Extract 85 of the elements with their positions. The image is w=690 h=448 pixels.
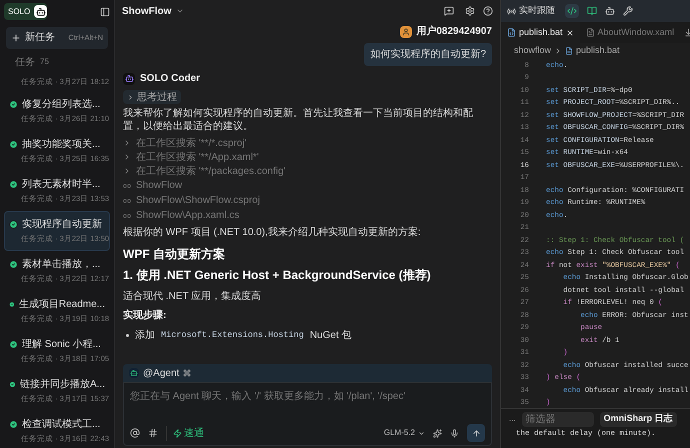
link-icon [123, 196, 131, 204]
check-icon [9, 300, 15, 310]
link-icon [123, 182, 131, 190]
section-label: 任务 [15, 56, 35, 70]
user-message: 如何实现程序的自动更新? [364, 43, 492, 66]
breadcrumb-item[interactable]: showflow [514, 44, 552, 58]
task-title: 修复分组列表选... [22, 98, 100, 112]
check-icon [9, 180, 18, 190]
send-button[interactable] [467, 424, 485, 442]
settings-icon[interactable] [465, 6, 475, 16]
caret-icon [418, 430, 425, 436]
help-icon[interactable] [483, 6, 493, 16]
more-menu[interactable]: ... [509, 413, 516, 425]
section-heading: WPF 自动更新方案 [123, 246, 226, 263]
logo-text: SOLO [8, 6, 30, 18]
task-title: 生成项目Readme... [18, 298, 105, 312]
user-avatar [400, 26, 412, 38]
bot-avatar [123, 72, 135, 84]
model-selector[interactable]: GLM-5.2 [384, 427, 425, 439]
sparkle-icon[interactable] [433, 428, 442, 438]
search-step[interactable]: 在工作区搜索 '**/*.csproj' [136, 136, 247, 150]
check-icon [9, 420, 18, 430]
file-reference[interactable]: ShowFlow [136, 178, 182, 193]
command-icon [183, 369, 192, 377]
mode-button[interactable]: 速通 [166, 426, 204, 440]
bullet-text: 添加 [135, 328, 155, 343]
chevron-icon [127, 94, 134, 100]
filter-field[interactable]: 筛选器 [522, 412, 594, 426]
project-title[interactable]: ShowFlow [122, 4, 172, 18]
close-icon[interactable] [566, 28, 574, 36]
check-icon [9, 260, 18, 270]
task-title: 素材单击播放，... [22, 258, 100, 272]
arrow-up-icon [472, 428, 480, 438]
file-icon [565, 47, 574, 55]
task-title: 链接并同步播放A... [20, 378, 105, 392]
book-icon[interactable] [587, 6, 597, 16]
logo-icon [34, 5, 48, 18]
bullet-text: NuGet 包 [310, 329, 352, 343]
chat-input-field[interactable]: 您正在与 Agent 聊天，输入 '/' 获取更多能力，如 '/plan', '/spec' 速通 GLM-5.2 [123, 382, 492, 446]
mention-icon[interactable] [130, 428, 140, 438]
caret-icon[interactable] [176, 7, 184, 15]
code-view-button[interactable] [565, 4, 579, 18]
wrench-icon[interactable] [623, 6, 633, 16]
message-paragraph: 我来帮你了解如何实现程序的自动更新。首先让我查看一下当前项目的结构和配置，以便给出最适合的建议。 [123, 107, 474, 133]
subsection-heading: 1. 使用 .NET Generic Host + BackgroundService (推荐) [123, 267, 432, 284]
broadcast-icon [507, 6, 516, 16]
task-title: 列表无素材时半... [22, 178, 100, 192]
search-step[interactable]: 在工作区搜索 '**/packages.config' [136, 164, 286, 178]
breadcrumb-item[interactable]: publish.bat [576, 44, 620, 58]
user-name: 用户0829424907 [416, 24, 492, 39]
plus-icon [11, 32, 21, 43]
message-paragraph: 根据你的 WPF 项目 (.NET 10.0),我来介绍几种实现自动更新的方案: [123, 226, 422, 239]
check-icon [9, 380, 16, 390]
hash-icon[interactable] [148, 428, 158, 438]
bot-name: SOLO Coder [140, 72, 200, 86]
check-icon [9, 220, 18, 230]
check-icon [9, 340, 18, 350]
microphone-icon[interactable] [450, 428, 459, 438]
task-title: 检查调试模式工... [22, 418, 100, 432]
task-title: 抽奖功能奖项关... [22, 138, 100, 152]
link-icon [123, 212, 131, 220]
file-reference[interactable]: ShowFlow\ShowFlow.csproj [136, 193, 260, 208]
file-icon [507, 28, 516, 37]
robot-icon[interactable] [605, 6, 615, 16]
follow-tab[interactable]: 实时跟随 [507, 4, 555, 18]
log-channel-dropdown[interactable]: OmniSharp 日志 [600, 412, 677, 426]
file-icon [586, 28, 595, 37]
lightning-icon [173, 428, 182, 438]
task-title: 理解 Sonic 小程... [22, 338, 101, 352]
steps-label: 实现步骤: [123, 308, 168, 323]
task-count: 75 [40, 56, 49, 68]
inline-code: Microsoft.Extensions.Hosting [161, 329, 304, 342]
sidebar-toggle-icon[interactable] [100, 6, 110, 17]
file-reference[interactable]: ShowFlow\App.xaml.cs [136, 208, 240, 223]
editor-tab[interactable]: AboutWindow.xaml [580, 22, 680, 43]
agent-label[interactable]: @Agent [143, 366, 180, 380]
new-chat-icon[interactable] [444, 6, 454, 16]
search-step[interactable]: 在工作区搜索 '**/App.xaml*' [136, 150, 259, 164]
check-icon [9, 140, 18, 150]
message-paragraph: 适合现代 .NET 应用，集成度高 [123, 290, 262, 303]
thinking-toggle[interactable]: 思考过程 [123, 90, 181, 104]
task-title: 实现程序自动更新 [22, 218, 102, 232]
agent-icon [129, 368, 139, 378]
bullet-icon [126, 334, 129, 337]
check-icon [9, 100, 18, 110]
